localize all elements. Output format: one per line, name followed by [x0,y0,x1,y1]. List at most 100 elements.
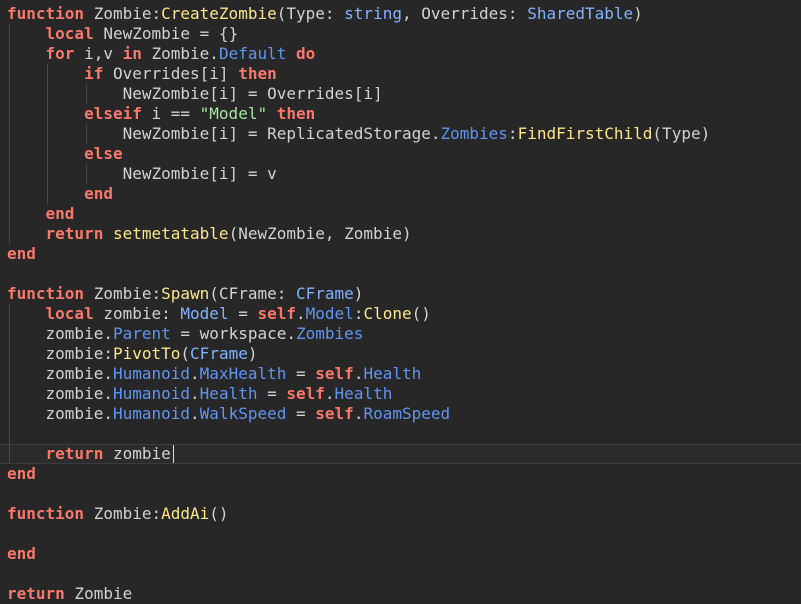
code-token: function [7,4,85,23]
code-token: zombie: [93,304,181,323]
code-token: Health [363,364,422,383]
code-line[interactable]: function Zombie:AddAi() [7,504,229,524]
code-line[interactable]: NewZombie[i] = v [7,164,277,184]
code-token: then [238,64,277,83]
code-line[interactable]: zombie.Parent = workspace.Zombies [7,324,364,344]
code-token: ) [247,344,258,363]
code-token: = [228,304,258,323]
code-token: Zombie: [84,284,162,303]
code-token: do [296,44,316,63]
code-token: MaxHealth [199,364,287,383]
code-token: (NewZombie, Zombie) [228,224,412,243]
code-token: "Model" [199,104,268,123]
code-line[interactable]: function Zombie:CreateZombie(Type: strin… [7,4,643,24]
code-line[interactable]: for i,v in Zombie.Default do [7,44,316,64]
code-token: CreateZombie [161,4,277,23]
code-token: zombie. [7,324,113,343]
code-token: self [257,304,297,323]
code-token: Humanoid [112,364,191,383]
code-line[interactable]: else [7,144,123,164]
code-line[interactable]: zombie.Humanoid.WalkSpeed = self.RoamSpe… [7,404,451,424]
code-token: , Overrides: [401,4,528,23]
code-line[interactable]: return Zombie [7,584,132,604]
code-token: CFrame [296,284,354,303]
code-token: Model [305,304,354,323]
code-token: Zombies [296,324,364,343]
code-line[interactable]: end [7,204,75,224]
code-token: self [286,384,325,403]
code-token: Parent [112,324,171,343]
code-token: i == [141,104,200,123]
code-token: = workspace. [170,324,296,343]
code-line[interactable]: end [7,464,36,484]
code-token: RoamSpeed [363,404,451,423]
code-token: Zombie: [84,504,162,523]
code-token: CFrame [190,344,248,363]
code-token: return [45,224,104,243]
code-token: WalkSpeed [199,404,287,423]
code-token: zombie: [7,344,113,363]
code-token: . [324,384,335,403]
code-token: else [84,144,123,163]
code-token: = [286,364,316,383]
code-token: PivotTo [112,344,181,363]
code-token: return [45,444,104,463]
code-line[interactable]: end [7,184,113,204]
code-token: end [7,464,36,483]
code-line[interactable]: zombie.Humanoid.Health = self.Health [7,384,393,404]
code-token: FindFirstChild [517,124,653,143]
code-token: AddAi [161,504,210,523]
code-token: zombie. [7,384,113,403]
code-token: if [84,64,104,83]
code-token: Health [334,384,393,403]
code-line[interactable]: function Zombie:Spawn(CFrame: CFrame) [7,284,363,304]
code-token: = [286,404,316,423]
code-token: (Type) [652,124,711,143]
code-token: zombie. [7,404,113,423]
code-line[interactable]: return zombie [7,444,171,464]
code-line[interactable]: zombie.Humanoid.MaxHealth = self.Health [7,364,422,384]
code-line[interactable]: local zombie: Model = self.Model:Clone() [7,304,431,324]
code-token: SharedTable [527,4,634,23]
code-line[interactable]: NewZombie[i] = ReplicatedStorage.Zombies… [7,124,711,144]
code-token: NewZombie = {} [93,24,239,43]
code-token: self [315,404,354,423]
code-token: ) [633,4,643,23]
code-line[interactable]: end [7,544,36,564]
code-token: Zombie: [84,4,162,23]
code-token: local [45,24,94,43]
code-line[interactable]: local NewZombie = {} [7,24,239,44]
code-token: local [45,304,94,323]
code-token: = [257,384,287,403]
code-token: self [315,364,354,383]
text-caret [173,445,174,463]
code-token: (CFrame: [209,284,296,303]
code-token: . [190,364,200,383]
code-line[interactable]: elseif i == "Model" then [7,104,315,124]
code-line[interactable]: NewZombie[i] = Overrides[i] [7,84,383,104]
code-line[interactable]: zombie:PivotTo(CFrame) [7,344,258,364]
code-token: NewZombie[i] = v [7,164,277,183]
code-token: Clone [363,304,412,323]
code-line[interactable]: return setmetatable(NewZombie, Zombie) [7,224,412,244]
code-line[interactable]: end [7,244,36,264]
code-line[interactable]: if Overrides[i] then [7,64,277,84]
code-token: . [353,364,364,383]
code-token: () [209,504,229,523]
code-token: NewZombie[i] = ReplicatedStorage. [7,124,441,143]
code-editor[interactable]: function Zombie:CreateZombie(Type: strin… [0,0,801,604]
code-token: i,v [74,44,123,63]
code-token: return [7,584,65,603]
code-token: end [84,184,113,203]
code-token: : [507,124,518,143]
code-token: Zombies [440,124,508,143]
